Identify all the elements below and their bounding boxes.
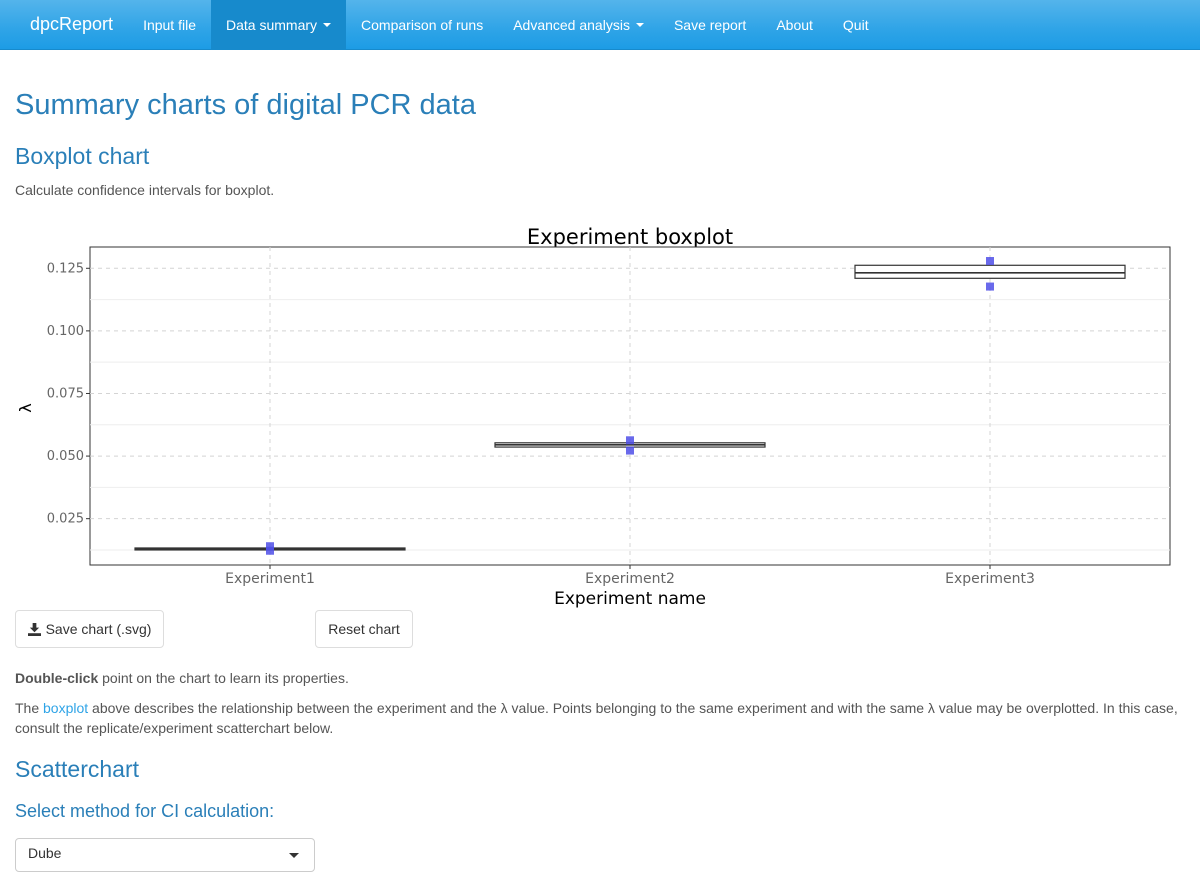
caret-down-icon (323, 22, 332, 27)
data-point[interactable] (266, 542, 274, 551)
nav-item-label: Save report (673, 16, 747, 33)
y-tick-label: 0.100 (47, 324, 84, 339)
nav-item-input-file[interactable]: Input file (128, 0, 211, 49)
x-axis-title: Experiment name (554, 589, 706, 609)
x-tick-label: Experiment3 (945, 571, 1035, 587)
nav-item-label: Comparison of runs (361, 16, 484, 33)
y-tick-label: 0.075 (47, 386, 84, 401)
nav-item-quit[interactable]: Quit (828, 0, 884, 49)
plot-panel (89, 246, 1171, 566)
download-icon (27, 622, 41, 636)
y-tick-label: 0.025 (47, 512, 84, 527)
boxplot-intro: Calculate confidence intervals for boxpl… (15, 182, 275, 198)
ci-method-select[interactable]: Dube (15, 838, 315, 872)
data-point[interactable] (986, 257, 994, 266)
y-axis-title: λ (16, 403, 35, 412)
nav-item-label: Data summary (226, 16, 318, 33)
navbar-brand[interactable]: dpcReport (0, 0, 128, 49)
ci-method-value: Dube (28, 845, 62, 861)
page-title: Summary charts of digital PCR data (15, 89, 476, 121)
save-chart-button[interactable]: Save chart (.svg) (15, 610, 164, 648)
nav-item-label: About (776, 16, 813, 33)
reset-chart-label: Reset chart (328, 621, 400, 637)
boxplot-heading: Boxplot chart (15, 143, 150, 169)
y-tick-label: 0.125 (47, 261, 84, 276)
nav-item-label: Advanced analysis (513, 16, 630, 33)
boxplot-chart[interactable]: Experiment boxplot 0.025 0.050 0.075 0.100 0… (15, 218, 1185, 613)
reset-chart-button[interactable]: Reset chart (315, 610, 413, 648)
nav-item-save-report[interactable]: Save report (659, 0, 761, 49)
hint-text: point on the chart to learn its properti… (98, 670, 349, 686)
x-tick-label: Experiment1 (225, 571, 315, 587)
box[interactable] (854, 264, 1126, 279)
nav-item-label: Input file (143, 16, 196, 33)
data-point[interactable] (626, 446, 634, 455)
boxplot-description: The boxplot above describes the relation… (15, 698, 1185, 738)
scatterchart-heading: Scatterchart (15, 756, 139, 782)
desc-post: above describes the relationship between… (15, 700, 1178, 736)
boxplot-link[interactable]: boxplot (43, 700, 88, 716)
boxplot-chart-container[interactable]: Experiment boxplot 0.025 0.050 0.075 0.100 0… (15, 218, 1185, 613)
caret-down-icon (635, 22, 644, 27)
top-navbar: dpcReport Input file Data summary Compar… (0, 0, 1200, 50)
y-tick-label: 0.050 (47, 449, 84, 464)
nav-item-comparison-of-runs[interactable]: Comparison of runs (346, 0, 498, 49)
nav-item-about[interactable]: About (761, 0, 828, 49)
nav-item-data-summary[interactable]: Data summary (211, 0, 347, 49)
ci-method-label: Select method for CI calculation: (15, 801, 275, 821)
data-point[interactable] (986, 282, 994, 291)
hint-bold: Double-click (15, 670, 99, 686)
chart-title: Experiment boxplot (527, 225, 733, 249)
nav-item-label: Quit (842, 16, 869, 33)
x-tick-label: Experiment2 (585, 571, 675, 587)
data-point[interactable] (626, 436, 634, 445)
chart-hint: Double-click point on the chart to learn… (15, 668, 349, 688)
save-chart-label: Save chart (.svg) (45, 621, 152, 637)
nav-item-advanced-analysis[interactable]: Advanced analysis (498, 0, 659, 49)
desc-pre: The (15, 700, 44, 716)
